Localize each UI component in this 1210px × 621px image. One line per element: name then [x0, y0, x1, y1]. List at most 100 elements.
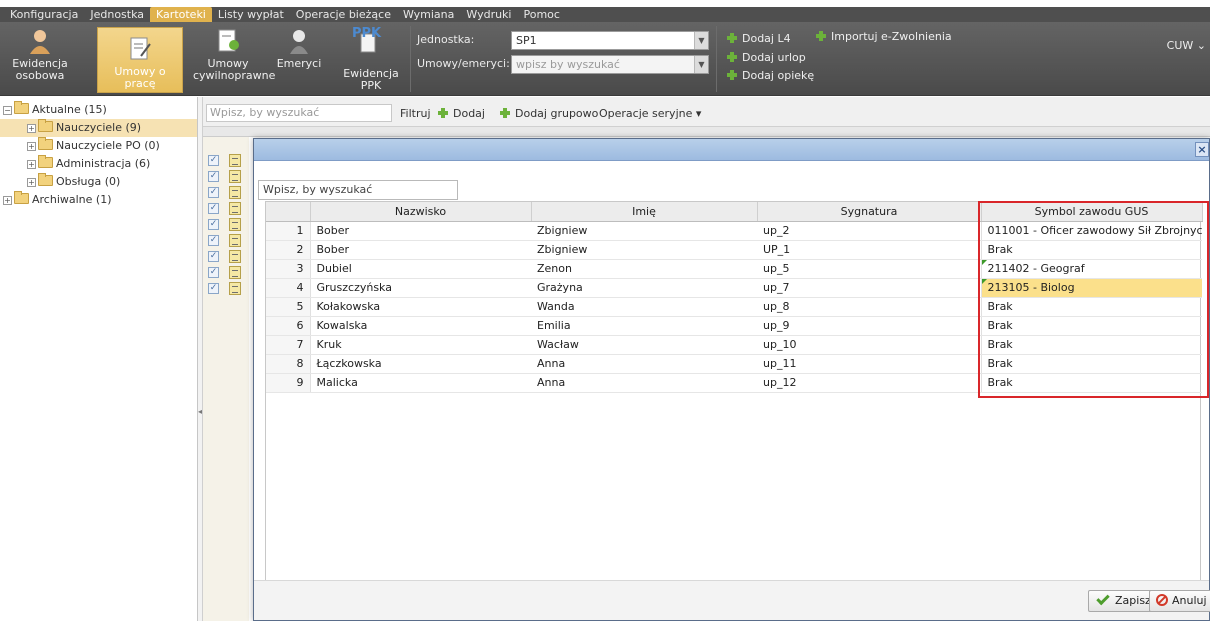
- importuj-e-zwolnienia-action[interactable]: Importuj e-Zwolnienia: [816, 30, 952, 43]
- document-icon[interactable]: [229, 282, 241, 295]
- tree-node-nauczyciele-po[interactable]: + Nauczyciele PO (0): [27, 137, 160, 155]
- umowy-emeryci-search[interactable]: wpisz by wyszukać ▼: [511, 55, 709, 74]
- list-header: [203, 127, 1210, 137]
- document-icon[interactable]: [229, 154, 241, 167]
- expand-icon[interactable]: +: [27, 178, 36, 187]
- filtruj-button[interactable]: Filtruj: [400, 107, 431, 120]
- dialog-search-input[interactable]: Wpisz, by wyszukać: [258, 180, 458, 200]
- menu-tab-wydruki[interactable]: Wydruki: [460, 7, 517, 22]
- jednostka-select[interactable]: SP1 ▼: [511, 31, 709, 50]
- umowy-cywilnoprawne-button[interactable]: Umowy cywilnoprawne: [190, 22, 276, 96]
- dodaj-opieke-label: Dodaj opiekę: [742, 69, 815, 82]
- menu-tab-wymiana[interactable]: Wymiana: [397, 7, 460, 22]
- operacje-seryjne-button[interactable]: Operacje seryjne ▾: [599, 107, 701, 120]
- row-number: 6: [266, 316, 311, 336]
- dodaj-grupowo-button[interactable]: Dodaj grupowo: [500, 107, 598, 120]
- list-row[interactable]: ✓: [203, 185, 249, 200]
- menu-tab-pomoc[interactable]: Pomoc: [518, 7, 566, 22]
- cuw-menu[interactable]: CUW ⌄: [1167, 39, 1206, 52]
- expand-icon[interactable]: +: [27, 124, 36, 133]
- collapse-arrow-icon[interactable]: ◂: [198, 407, 202, 416]
- expand-icon[interactable]: +: [27, 160, 36, 169]
- table-row[interactable]: 8 Łączkowska Anna up_11 Brak: [266, 354, 1202, 374]
- row-number: 7: [266, 335, 311, 355]
- checkbox-icon[interactable]: ✓: [208, 251, 219, 262]
- menu-tab-konfiguracja[interactable]: Konfiguracja: [4, 7, 84, 22]
- cell-gus[interactable]: Brak: [980, 354, 1202, 374]
- menu-tab-jednostka[interactable]: Jednostka: [84, 7, 150, 22]
- cell-gus[interactable]: Brak: [980, 297, 1202, 317]
- menu-tab-listy-wyplat[interactable]: Listy wypłat: [212, 7, 290, 22]
- document-icon[interactable]: [229, 202, 241, 215]
- chevron-down-icon[interactable]: ▼: [694, 56, 708, 73]
- dialog-title-bar[interactable]: ×: [254, 139, 1209, 161]
- table-row[interactable]: 7 Kruk Wacław up_10 Brak: [266, 335, 1202, 355]
- tree-node-administracja[interactable]: + Administracja (6): [27, 155, 150, 173]
- list-row[interactable]: ✓: [203, 217, 249, 232]
- expand-icon[interactable]: +: [27, 142, 36, 151]
- cell-gus[interactable]: Brak: [980, 335, 1202, 355]
- checkbox-icon[interactable]: ✓: [208, 283, 219, 294]
- umowy-o-prace-button[interactable]: Umowy o pracę: [97, 27, 183, 93]
- document-icon[interactable]: [229, 170, 241, 183]
- tree-node-archiwalne[interactable]: + Archiwalne (1): [3, 191, 112, 209]
- cell-gus-active[interactable]: 213105 - Biolog: [980, 278, 1202, 298]
- checkbox-icon[interactable]: ✓: [208, 219, 219, 230]
- checkbox-icon[interactable]: ✓: [208, 187, 219, 198]
- checkbox-icon[interactable]: ✓: [208, 267, 219, 278]
- anuluj-button[interactable]: Anuluj: [1149, 590, 1210, 612]
- table-row[interactable]: 1 Bober Zbigniew up_2 011001 - Oficer za…: [266, 221, 1202, 241]
- close-icon[interactable]: ×: [1195, 142, 1209, 157]
- col-header-sygnatura[interactable]: Sygnatura: [757, 202, 982, 222]
- collapse-icon[interactable]: −: [3, 106, 12, 115]
- cell-gus[interactable]: Brak: [980, 373, 1202, 393]
- emeryci-button[interactable]: Emeryci: [275, 22, 323, 96]
- dodaj-l4-action[interactable]: Dodaj L4: [727, 32, 791, 45]
- umowy-cywilnoprawne-label: Umowy cywilnoprawne: [193, 57, 276, 82]
- cell-gus[interactable]: Brak: [980, 240, 1202, 260]
- list-row[interactable]: ✓: [203, 281, 249, 296]
- cell-gus[interactable]: 011001 - Oficer zawodowy Sił Zbrojnych: [980, 221, 1202, 241]
- menu-tab-operacje-biezace[interactable]: Operacje bieżące: [290, 7, 397, 22]
- dodaj-urlop-action[interactable]: Dodaj urlop: [727, 51, 806, 64]
- list-row[interactable]: ✓: [203, 249, 249, 264]
- cell-gus[interactable]: 211402 - Geograf: [980, 259, 1202, 279]
- col-header-gus[interactable]: Symbol zawodu GUS: [981, 202, 1203, 222]
- cell-sygnatura: up_7: [757, 278, 981, 298]
- tree-node-aktualne[interactable]: − Aktualne (15): [3, 101, 107, 119]
- col-header-imie[interactable]: Imię: [531, 202, 758, 222]
- tree-node-obsluga[interactable]: + Obsługa (0): [27, 173, 120, 191]
- document-icon[interactable]: [229, 234, 241, 247]
- list-row[interactable]: ✓: [203, 169, 249, 184]
- document-icon[interactable]: [229, 218, 241, 231]
- checkbox-icon[interactable]: ✓: [208, 203, 219, 214]
- list-row[interactable]: ✓: [203, 265, 249, 280]
- document-icon[interactable]: [229, 186, 241, 199]
- dodaj-button[interactable]: Dodaj: [438, 107, 485, 120]
- table-row[interactable]: 3 Dubiel Zenon up_5 211402 - Geograf: [266, 259, 1202, 279]
- menu-tab-kartoteki[interactable]: Kartoteki: [150, 7, 212, 22]
- document-icon[interactable]: [229, 250, 241, 263]
- table-row[interactable]: 9 Malicka Anna up_12 Brak: [266, 373, 1202, 393]
- col-header-nazwisko[interactable]: Nazwisko: [310, 202, 532, 222]
- ewidencja-osobowa-button[interactable]: Ewidencja osobowa: [0, 22, 80, 96]
- document-icon[interactable]: [229, 266, 241, 279]
- table-row[interactable]: 2 Bober Zbigniew UP_1 Brak: [266, 240, 1202, 260]
- table-row[interactable]: 6 Kowalska Emilia up_9 Brak: [266, 316, 1202, 336]
- list-search-input[interactable]: Wpisz, by wyszukać: [206, 104, 392, 122]
- zapisz-button[interactable]: Zapisz: [1088, 590, 1158, 612]
- expand-icon[interactable]: +: [3, 196, 12, 205]
- tree-node-nauczyciele[interactable]: + Nauczyciele (9): [0, 119, 197, 137]
- chevron-down-icon[interactable]: ▼: [694, 32, 708, 49]
- checkbox-icon[interactable]: ✓: [208, 235, 219, 246]
- cell-gus[interactable]: Brak: [980, 316, 1202, 336]
- list-row[interactable]: ✓: [203, 233, 249, 248]
- ewidencja-ppk-button[interactable]: PPK Ewidencja PPK: [328, 22, 408, 96]
- table-row[interactable]: 5 Kołakowska Wanda up_8 Brak: [266, 297, 1202, 317]
- list-row[interactable]: ✓: [203, 201, 249, 216]
- list-row[interactable]: ✓: [203, 153, 249, 168]
- checkbox-icon[interactable]: ✓: [208, 171, 219, 182]
- checkbox-icon[interactable]: ✓: [208, 155, 219, 166]
- table-row-selected[interactable]: 4 Gruszczyńska Grażyna up_7 213105 - Bio…: [266, 278, 1202, 298]
- dodaj-opieke-action[interactable]: Dodaj opiekę: [727, 69, 814, 82]
